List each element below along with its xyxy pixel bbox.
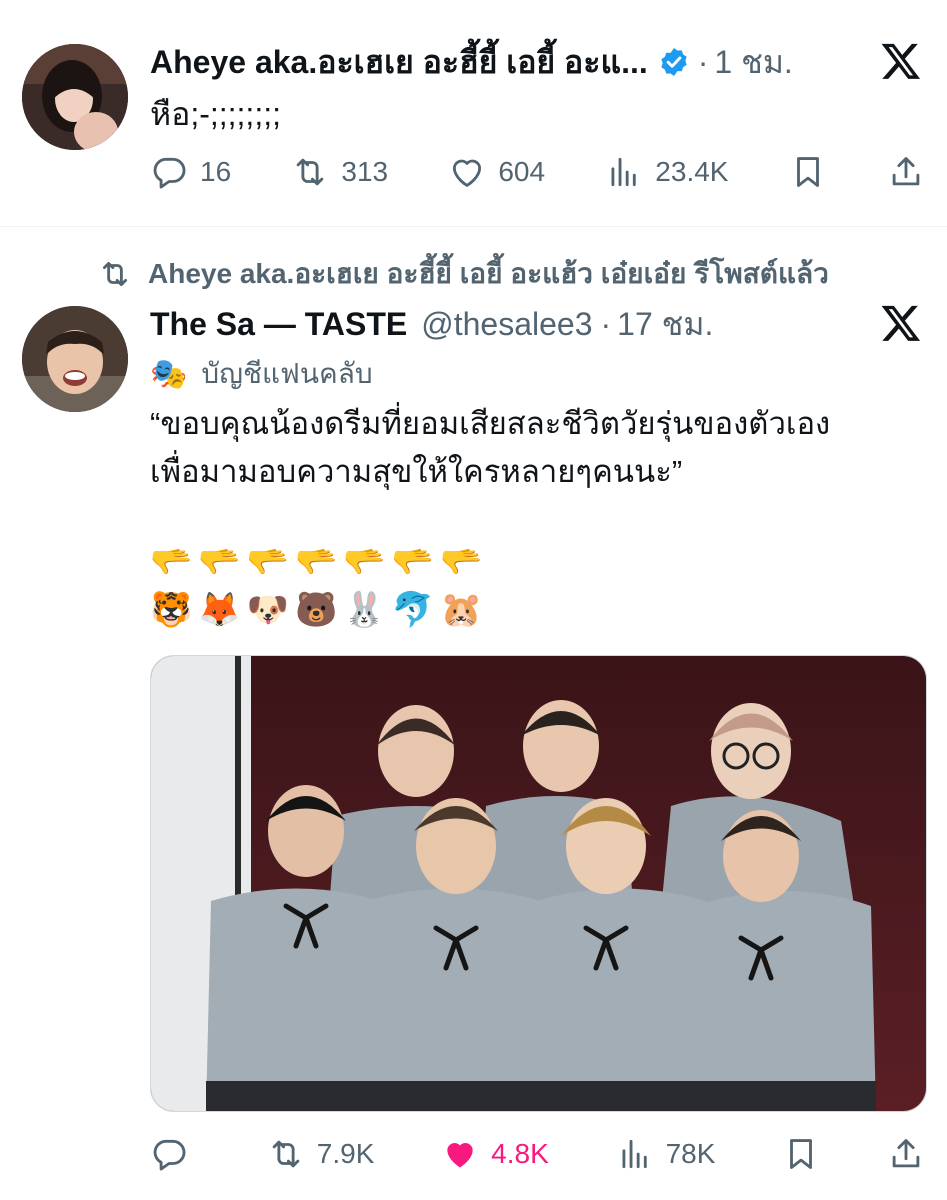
tweet-2[interactable]: The Sa — TASTE @thesalee3 · 17 ชม. 🎭 บัญ… [0,0,947,1200]
like-button[interactable]: 4.8K [441,1135,549,1173]
group-photo-image [151,656,926,1111]
reply-icon [153,1139,186,1171]
fan-account-label: 🎭 บัญชีแฟนคลับ [150,354,373,394]
timestamp[interactable]: 17 ชม. [617,299,713,350]
repost-count: 7.9K [316,1138,375,1169]
bookmark-button[interactable] [782,1135,820,1173]
like-icon [447,1143,473,1168]
separator-dot: · [600,305,612,342]
views-button[interactable]: 78K [616,1135,716,1173]
views-count: 78K [665,1138,716,1169]
repost-button[interactable]: 7.9K [267,1135,375,1173]
avatar-image [22,306,128,412]
tweet-text-line-1: “ขอบคุณน้องดรีมที่ยอมเสียสละชีวิตวัยรุ่น… [150,406,831,441]
repost-icon [272,1140,300,1168]
tweet-photo[interactable] [150,655,927,1112]
bookmark-icon [790,1139,813,1169]
theater-mask-icon: 🎭 [150,357,188,391]
views-icon [622,1139,647,1169]
handle[interactable]: @thesalee3 [421,306,592,343]
tweet-text-line-2: เพื่อมามอบความสุขให้ใครหลายๆคนนะ” [150,454,683,489]
reply-button[interactable] [150,1135,200,1173]
share-icon [892,1139,920,1168]
emoji-line-animals: 🐯🦊🐶🐻🐰🐬🐹 [150,591,489,629]
avatar[interactable] [22,306,128,412]
display-name[interactable]: The Sa — TASTE [150,306,407,343]
x-logo-icon[interactable] [880,302,922,344]
share-button[interactable] [887,1135,925,1173]
like-count: 4.8K [491,1138,549,1169]
emoji-line-hands: 🫳🫳🫳🫳🫳🫳🫳 [150,543,489,581]
action-bar: 7.9K 4.8K 78K [150,1132,925,1176]
fan-account-text: บัญชีแฟนคลับ [201,358,373,389]
